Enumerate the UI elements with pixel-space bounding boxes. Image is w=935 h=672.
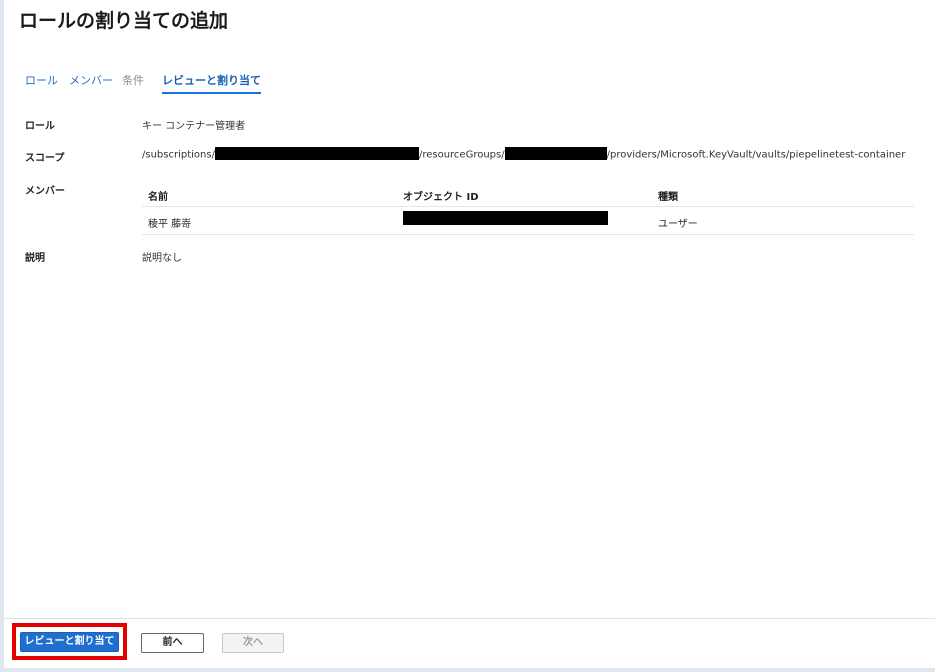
redacted-subscription-id <box>214 147 419 160</box>
member-object-id <box>403 211 608 225</box>
tab-members[interactable]: メンバー <box>69 72 113 88</box>
column-header-object-id: オブジェクト ID <box>403 192 479 203</box>
blade-frame <box>0 0 935 672</box>
scope-mid: /resourceGroups/ <box>418 149 505 161</box>
redacted-object-id <box>403 211 608 225</box>
page-title: ロールの割り当ての追加 <box>19 10 229 32</box>
role-label: ロール <box>25 121 55 132</box>
tab-conditions: 条件 <box>122 74 144 87</box>
member-name: 稜平 藤嵜 <box>148 219 192 230</box>
footer-divider <box>4 618 935 619</box>
column-header-name: 名前 <box>148 192 168 203</box>
next-button: 次へ <box>222 633 284 653</box>
more-options-icon[interactable]: ··· <box>213 9 224 23</box>
scope-suffix: /providers/Microsoft.KeyVault/vaults/pie… <box>606 149 906 161</box>
scope-prefix: /subscriptions/ <box>142 149 215 161</box>
description-label: 説明 <box>25 253 45 264</box>
blade-bottom-border <box>4 668 935 672</box>
previous-button[interactable]: 前へ <box>141 633 204 653</box>
tab-review-assign[interactable]: レビューと割り当て <box>162 72 261 94</box>
scope-label: スコープ <box>25 153 65 164</box>
role-value: キー コンテナー管理者 <box>142 121 246 132</box>
scope-value: /subscriptions/ /resourceGroups/ /provider… <box>142 147 906 161</box>
description-value: 説明なし <box>142 253 182 264</box>
column-header-type: 種類 <box>658 192 678 203</box>
review-assign-button[interactable]: レビューと割り当て <box>20 632 119 652</box>
table-row: 稜平 藤嵜 ユーザー <box>142 207 914 235</box>
redacted-resource-group <box>504 147 607 160</box>
members-table-header: 名前 オブジェクト ID 種類 <box>142 180 914 207</box>
member-type: ユーザー <box>658 219 698 230</box>
members-label: メンバー <box>25 186 65 197</box>
tab-role[interactable]: ロール <box>25 72 58 88</box>
